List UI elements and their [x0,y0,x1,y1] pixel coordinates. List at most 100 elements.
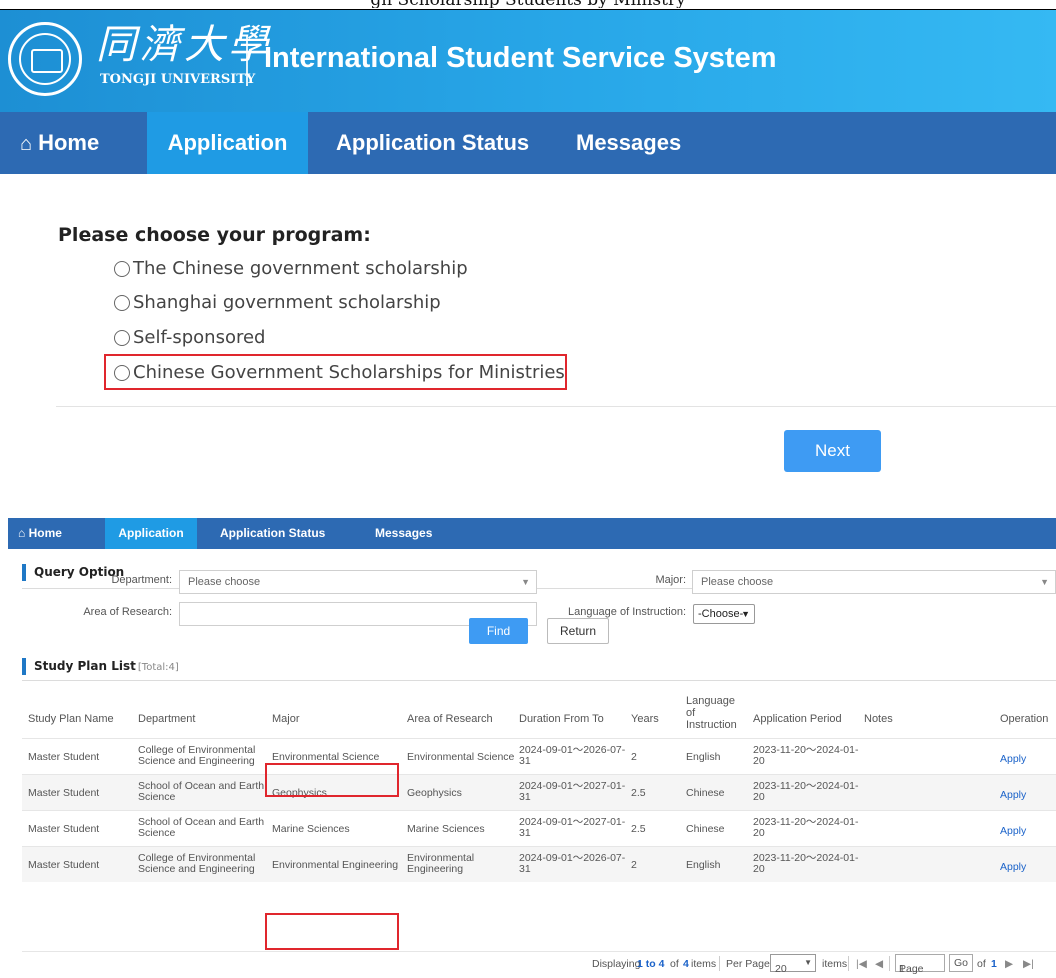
return-button[interactable]: Return [547,618,609,644]
apply-link[interactable]: Apply [1000,826,1026,837]
col-area-of-research: Area of Research [407,713,493,725]
chevron-down-icon: ▼ [521,577,530,587]
per-page-select[interactable]: 20 ▼ [770,954,816,975]
cell-department-line2: Science and Engineering [138,863,255,875]
radio-icon[interactable] [114,260,130,277]
site-header: 同濟大學 TONGJI UNIVERSITY International Stu… [0,10,1056,112]
study-plan-total: [Total:4] [137,662,179,673]
nav-application[interactable]: Application [105,518,197,549]
option-self-sponsored[interactable]: Self-sponsored [114,327,265,348]
cell-area-line1: Marine Sciences [407,823,485,835]
cell-duration-line1: 2024-09-01～2027-01- [519,780,626,792]
first-page-icon[interactable]: |◀ [856,958,867,970]
table-row: Master Student School of Ocean and Earth… [22,774,1056,810]
header-divider [246,36,248,86]
home-icon: ⌂ [20,133,33,155]
pager-total: 4 [683,958,689,970]
cell-department-line2: Science [138,791,176,803]
find-button[interactable]: Find [469,618,528,644]
nav-messages[interactable]: Messages [576,112,681,174]
nav-home-label: Home [28,526,62,540]
program-choice-screen: 同濟大學 TONGJI UNIVERSITY International Stu… [0,10,1056,488]
cell-duration-line2: 31 [519,863,531,875]
major-label: Major: [655,574,686,586]
area-of-research-label: Area of Research: [83,606,172,618]
university-seal-icon [8,22,82,96]
cell-language: English [686,859,721,871]
col-language-line2: of [686,707,696,719]
nav-application[interactable]: Application [147,112,308,174]
col-study-plan-name: Study Plan Name [28,713,114,725]
major-select[interactable]: Please choose ▼ [692,570,1056,594]
cell-language: English [686,751,721,763]
col-years: Years [631,713,659,725]
nav-messages[interactable]: Messages [375,518,432,549]
last-page-icon[interactable]: ▶| [1023,958,1034,970]
cell-major: Environmental Science [272,751,380,763]
nav-application-status-label: Application Status [220,526,326,540]
pager-page-total: 1 [991,958,997,970]
option-label: The Chinese government scholarship [133,258,468,279]
cell-years: 2.5 [631,823,646,835]
prev-page-icon[interactable]: ◀ [875,958,883,970]
department-label: Department: [111,574,172,586]
nav-application-status[interactable]: Application Status [220,518,325,549]
study-plan-list-heading: Study Plan List [Total:4] [22,658,179,675]
nav-home-label: Home [38,130,100,155]
cell-area-line2: Engineering [407,863,464,875]
option-shanghai-government[interactable]: Shanghai government scholarship [114,292,441,313]
next-button[interactable]: Next [784,430,881,472]
cell-area-line1: Environmental Science [407,751,515,763]
cell-period-line2: 20 [753,755,765,767]
cell-period-line2: 20 [753,863,765,875]
nav-application-status[interactable]: Application Status [336,112,529,174]
cell-period-line2: 20 [753,791,765,803]
nav-home[interactable]: ⌂ Home [18,518,62,549]
ministries-highlight-box [104,354,567,390]
chevron-down-icon: ▼ [741,609,750,619]
apply-link[interactable]: Apply [1000,790,1026,801]
pager-divider [719,956,720,971]
radio-icon[interactable] [114,294,130,311]
pager-of: of [670,958,679,970]
col-department: Department [138,713,196,725]
nav-home[interactable]: ⌂ Home [20,112,99,174]
nav-messages-label: Messages [576,130,682,155]
page-number-input[interactable]: Page 1 [895,954,945,975]
cell-duration-line2: 31 [519,791,531,803]
department-select[interactable]: Please choose ▼ [179,570,537,594]
go-button[interactable]: Go [949,954,973,972]
language-select[interactable]: -Choose- ▼ [693,604,755,624]
col-major: Major [272,713,300,725]
program-form: Please choose your program: The Chinese … [0,174,1056,488]
university-name-english: TONGJI UNIVERSITY [100,72,256,87]
per-page-value: 20 [775,963,787,975]
chevron-down-icon: ▼ [1040,577,1049,587]
cell-period-line1: 2023-11-20～2024-01- [753,852,859,864]
study-plan-list-title: Study Plan List [34,659,136,673]
secondary-nav: ⌂ Home Application Application Status Me… [8,518,1056,549]
cell-name: Master Student [28,787,100,799]
language-select-value: -Choose- [698,608,744,620]
cell-duration-line2: 31 [519,827,531,839]
top-caption: gn Scholarship Students by Ministry [0,0,1056,8]
radio-icon[interactable] [114,329,130,346]
pager-items-2: items [822,958,848,970]
nav-application-label: Application [167,130,288,155]
cell-department-line2: Science [138,827,176,839]
apply-link[interactable]: Apply [1000,754,1026,765]
col-duration: Duration From To [519,713,604,725]
cell-name: Master Student [28,751,100,763]
system-title: International Student Service System [264,42,777,74]
apply-link[interactable]: Apply [1000,862,1026,873]
next-page-icon[interactable]: ▶ [1005,958,1013,970]
home-icon: ⌂ [18,526,29,540]
col-operation: Operation [1000,713,1049,725]
study-plan-screen: ⌂ Home Application Application Status Me… [0,518,1056,978]
cell-department-line2: Science and Engineering [138,755,255,767]
program-prompt: Please choose your program: [58,224,371,246]
cell-major: Environmental Engineering [272,859,399,871]
option-chinese-government[interactable]: The Chinese government scholarship [114,258,468,279]
col-language-line3: Instruction [686,719,737,731]
cell-language: Chinese [686,787,725,799]
